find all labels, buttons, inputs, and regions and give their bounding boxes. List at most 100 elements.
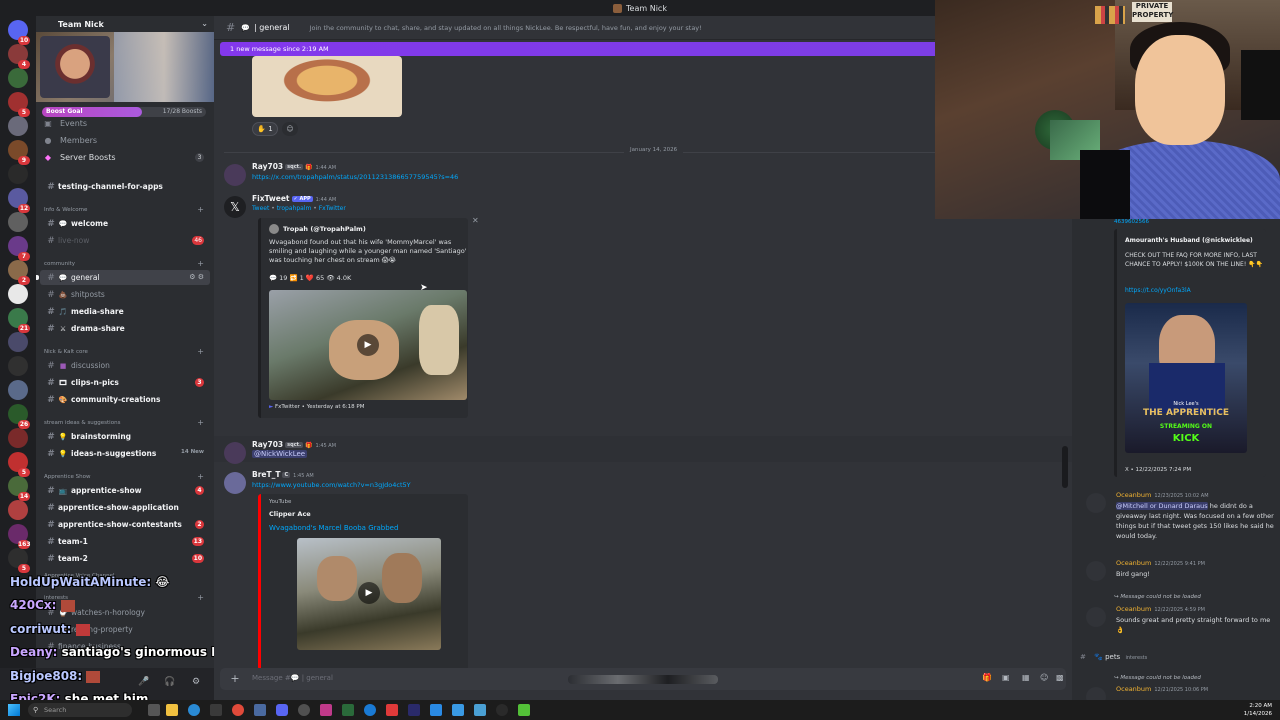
system-clock[interactable]: 2:20 AM 1/14/2026 bbox=[1244, 702, 1272, 718]
server-icon[interactable] bbox=[8, 332, 28, 352]
message-image[interactable] bbox=[252, 56, 402, 117]
search-result-message[interactable]: Oceanbum 12/23/2025 10:02 AM @Mitchell or… bbox=[1086, 491, 1276, 551]
embed-author[interactable]: Amouranth's Husband (@nickwicklee) bbox=[1125, 237, 1253, 244]
message-link[interactable]: https://x.com/tropahpalm/status/20112313… bbox=[252, 173, 458, 181]
server-icon[interactable] bbox=[8, 212, 28, 232]
message-composer[interactable]: + Message #💬 | general 🎁 ▣ ▦ ☺ ▩ bbox=[220, 668, 1066, 690]
channel-general[interactable]: # 💬 general ⚙ ⚙ bbox=[36, 270, 210, 285]
add-channel-icon[interactable]: + bbox=[197, 347, 204, 356]
tweet-video[interactable]: ▶ bbox=[269, 290, 467, 400]
server-icon[interactable] bbox=[8, 164, 28, 184]
category-nick-kalt[interactable]: Nick & Kalt core + bbox=[44, 346, 210, 358]
server-header[interactable]: Team Nick ⌄ bbox=[36, 16, 214, 32]
username[interactable]: Oceanbum bbox=[1116, 605, 1151, 613]
embed-title[interactable]: Wvagabond's Marcel Booba Grabbed bbox=[269, 524, 398, 532]
truncated-link[interactable]: 4639602566 bbox=[1114, 219, 1149, 225]
nav-events[interactable]: ▣ Events bbox=[42, 116, 208, 131]
message-author[interactable]: Ray703 sqct. 🎁 1:44 AM bbox=[252, 162, 336, 171]
avatar[interactable] bbox=[224, 472, 246, 494]
result-channel-header[interactable]: # 🐾 pets interests bbox=[1080, 653, 1147, 661]
channel-ideas-n-suggestions[interactable]: # 💡 ideas-n-suggestions 14 New bbox=[40, 446, 210, 461]
play-icon[interactable]: ▶ bbox=[358, 582, 380, 604]
channel-community-creations[interactable]: # 🎨 community-creations bbox=[40, 392, 210, 407]
app-icon[interactable] bbox=[430, 704, 442, 716]
microphone-icon[interactable]: 🎤 bbox=[138, 677, 149, 687]
nav-members[interactable]: ● Members bbox=[42, 133, 208, 148]
avatar[interactable] bbox=[1086, 687, 1106, 700]
add-channel-icon[interactable]: + bbox=[197, 259, 204, 268]
tweet-author-link[interactable]: tropahpalm bbox=[277, 205, 312, 212]
sticker-icon[interactable]: ▦ bbox=[1022, 673, 1030, 682]
headphones-icon[interactable]: 🎧 bbox=[164, 677, 175, 687]
file-explorer-icon[interactable] bbox=[166, 704, 178, 716]
message-author[interactable]: BreT_T C 1:45 AM bbox=[252, 470, 314, 479]
category-apprentice-show[interactable]: Apprentice Show + bbox=[44, 471, 210, 483]
category-stream-ideas[interactable]: stream ideas & suggestions + bbox=[44, 417, 210, 429]
channel-drama-share[interactable]: # ⚔ drama-share bbox=[40, 321, 210, 336]
avatar[interactable] bbox=[1086, 607, 1106, 627]
channel-shitposts[interactable]: # 💩 shitposts bbox=[40, 287, 210, 302]
reaction-hand[interactable]: ✋ 1 bbox=[252, 122, 278, 136]
discord-icon[interactable] bbox=[276, 704, 288, 716]
app-icon[interactable] bbox=[342, 704, 354, 716]
task-view-icon[interactable] bbox=[148, 704, 160, 716]
app-icon[interactable] bbox=[320, 704, 332, 716]
app-icon[interactable] bbox=[452, 704, 464, 716]
channel-team-2[interactable]: # team-2 10 bbox=[40, 551, 210, 566]
username[interactable]: Ray703 bbox=[252, 162, 283, 171]
emoji-icon[interactable]: ☺ bbox=[1040, 673, 1048, 682]
youtube-video[interactable]: ▶ bbox=[297, 538, 441, 650]
gear-icon[interactable]: ⚙ bbox=[192, 677, 200, 687]
app-icon[interactable] bbox=[474, 704, 486, 716]
category-community[interactable]: community + bbox=[44, 258, 210, 270]
obs-icon[interactable] bbox=[298, 704, 310, 716]
poster-image[interactable]: Nick Lee's THE APPRENTICE STREAMING ON K… bbox=[1125, 303, 1247, 453]
app-icon[interactable] bbox=[496, 704, 508, 716]
message-link[interactable]: https://www.youtube.com/watch?v=n3gJdo4c… bbox=[252, 481, 411, 489]
channel-clips-n-pics[interactable]: # 🎞 clips-n-pics 3 bbox=[40, 375, 210, 390]
chevron-down-icon[interactable]: ⌄ bbox=[201, 19, 208, 28]
server-icon[interactable] bbox=[8, 500, 28, 520]
close-icon[interactable]: ✕ bbox=[472, 216, 479, 225]
add-attachment-icon[interactable]: + bbox=[228, 672, 242, 686]
user-mention[interactable]: @Mitchell or Dunard Daraus bbox=[1116, 502, 1208, 510]
store-icon[interactable] bbox=[210, 704, 222, 716]
server-icon[interactable] bbox=[8, 356, 28, 376]
message-author[interactable]: Oceanbum 12/22/2025 4:59 PM bbox=[1116, 605, 1205, 613]
channel-brainstorming[interactable]: # 💡 brainstorming bbox=[40, 429, 210, 444]
server-icon[interactable] bbox=[8, 68, 28, 88]
gift-icon[interactable]: 🎁 bbox=[982, 673, 992, 682]
add-reaction-icon[interactable]: ☺ bbox=[282, 122, 298, 136]
username[interactable]: FixTweet bbox=[252, 194, 290, 203]
message-author[interactable]: Oceanbum 12/21/2025 10:06 PM bbox=[1116, 685, 1208, 693]
channel-apprentice-show[interactable]: # 📺 apprentice-show 4 bbox=[40, 483, 210, 498]
username[interactable]: Oceanbum bbox=[1116, 685, 1151, 693]
taskbar-search[interactable]: ⚲ Search bbox=[28, 703, 132, 717]
channel-discussion[interactable]: # ■ discussion bbox=[40, 358, 210, 373]
embed-link[interactable]: https://t.co/yyOnfa3lA bbox=[1125, 287, 1191, 294]
chrome-icon[interactable] bbox=[232, 704, 244, 716]
channel-media-share[interactable]: # 🎵 media-share bbox=[40, 304, 210, 319]
server-icon[interactable] bbox=[8, 116, 28, 136]
fxtwitter-link[interactable]: FxTwitter bbox=[319, 205, 346, 212]
channel-testing[interactable]: # testing-channel-for-apps bbox=[40, 179, 210, 194]
channel-live-now[interactable]: # live-now 46 bbox=[40, 233, 210, 248]
tweet-link[interactable]: Tweet bbox=[252, 205, 269, 212]
embed-channel[interactable]: Clipper Ace bbox=[269, 510, 311, 518]
message-author[interactable]: FixTweet ✓ APP 1:44 AM bbox=[252, 194, 336, 203]
message-author[interactable]: Oceanbum 12/22/2025 9:41 PM bbox=[1116, 559, 1205, 567]
app-icon[interactable] bbox=[408, 704, 420, 716]
category-info-welcome[interactable]: Info & Welcome + bbox=[44, 204, 210, 216]
message-author[interactable]: Ray703 sqct. 🎁 1:45 AM bbox=[252, 440, 336, 449]
scrollbar[interactable] bbox=[1062, 446, 1068, 488]
server-icon[interactable] bbox=[8, 428, 28, 448]
search-result-message[interactable]: Oceanbum 12/22/2025 9:41 PM Bird gang! bbox=[1086, 559, 1276, 581]
user-mention[interactable]: @NickWickLee bbox=[252, 450, 308, 458]
message-author[interactable]: Oceanbum 12/23/2025 10:02 AM bbox=[1116, 491, 1209, 499]
search-result-message[interactable]: Oceanbum 12/22/2025 4:59 PM Sounds great … bbox=[1086, 605, 1276, 639]
channel-apprentice-contestants[interactable]: # apprentice-show-contestants 2 bbox=[40, 517, 210, 532]
username[interactable]: BreT_T bbox=[252, 470, 280, 479]
avatar[interactable] bbox=[224, 442, 246, 464]
gif-icon[interactable]: ▣ bbox=[1002, 673, 1010, 682]
avatar[interactable] bbox=[224, 164, 246, 186]
